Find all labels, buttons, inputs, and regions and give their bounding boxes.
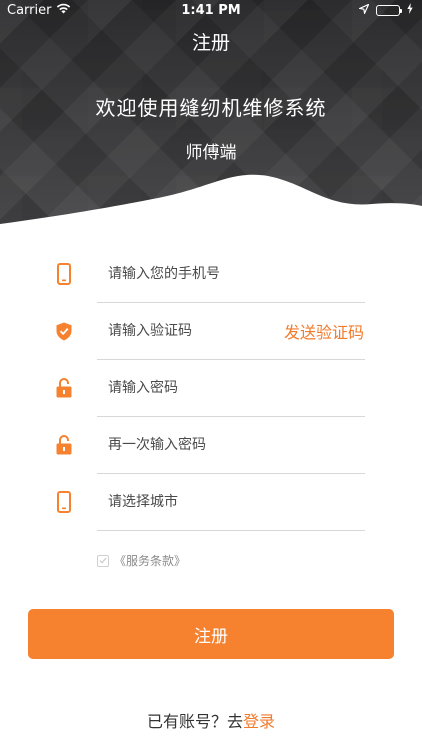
nav-title: 注册: [191, 32, 230, 54]
code-row: 发送验证码: [0, 303, 422, 360]
login-prompt: 已有账号？去登录: [0, 708, 422, 732]
divider: [97, 530, 365, 531]
phone-input[interactable]: [108, 263, 358, 285]
confirm-password-row: [0, 417, 422, 474]
status-bar: Carrier 1:41 PM: [0, 0, 422, 22]
lock-icon: [54, 376, 74, 400]
battery-icon: [376, 5, 402, 16]
password-row: [0, 360, 422, 417]
wave-divider: [0, 174, 422, 250]
phone-icon: [54, 490, 74, 514]
confirm-password-input[interactable]: [108, 434, 358, 456]
lock-icon: [54, 433, 74, 457]
send-code-button[interactable]: 发送验证码: [284, 319, 364, 343]
terms-checkbox[interactable]: [97, 554, 109, 567]
shield-check-icon: [54, 319, 74, 343]
check-icon: [99, 557, 107, 564]
terms-link[interactable]: 《服务条款》: [114, 552, 186, 569]
login-prompt-text: 已有账号？去: [146, 712, 243, 731]
city-row: [0, 474, 422, 531]
location-arrow-icon: [357, 3, 370, 18]
verification-code-input[interactable]: [108, 320, 268, 342]
status-right: [357, 3, 413, 18]
register-form: 发送验证码: [0, 246, 422, 531]
register-button[interactable]: 注册: [28, 609, 394, 659]
welcome-title: 欢迎使用缝纫机维修系统: [95, 96, 327, 120]
charging-bolt-icon: [407, 3, 413, 18]
phone-row: [0, 246, 422, 303]
password-input[interactable]: [108, 377, 358, 399]
terms-row: 《服务条款》: [97, 552, 186, 569]
app-subtitle: 师傅端: [185, 143, 237, 163]
phone-icon: [54, 262, 74, 286]
login-link[interactable]: 登录: [243, 712, 275, 731]
city-select[interactable]: [108, 491, 358, 513]
